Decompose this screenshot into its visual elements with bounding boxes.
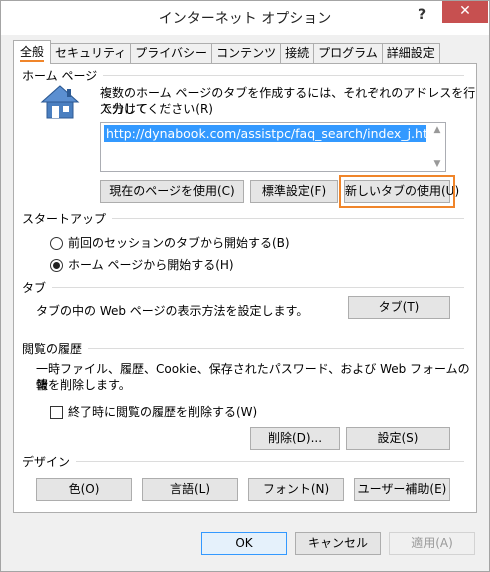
appearance-group-line (24, 461, 464, 462)
delete-on-exit-label[interactable]: 終了時に閲覧の履歴を削除する(W) (68, 404, 257, 420)
history-settings-button[interactable]: 設定(S) (346, 427, 450, 450)
startup-group-label: スタートアップ (22, 210, 113, 227)
home-page-url-input[interactable]: http://dynabook.com/assistpc/faq_search/… (100, 122, 446, 172)
tabs-group-label: タブ (22, 279, 53, 296)
tab-content[interactable]: コンテンツ (211, 43, 282, 64)
title-bar: インターネット オプション ? ✕ (1, 1, 489, 35)
startup-home-page-radio[interactable] (50, 259, 63, 272)
history-group-line (24, 348, 464, 349)
scroll-up-icon[interactable]: ▲ (431, 125, 443, 135)
tab-strip: 全般 セキュリティ プライバシー コンテンツ 接続 プログラム 詳細設定 (13, 40, 440, 64)
fonts-button[interactable]: フォント(N) (248, 478, 344, 501)
tabs-group-line (24, 287, 464, 288)
delete-on-exit-checkbox[interactable] (50, 406, 63, 419)
scroll-down-icon[interactable]: ▼ (431, 159, 443, 169)
general-tab-panel: ホーム ページ 複数のホーム ページのタブを作成するには、それぞれのアドレスを行… (13, 63, 477, 513)
colors-button[interactable]: 色(O) (36, 478, 132, 501)
tab-general[interactable]: 全般 (13, 40, 52, 64)
tabs-description: タブの中の Web ページの表示方法を設定します。 (36, 304, 309, 318)
use-new-tab-button[interactable]: 新しいタブの使用(U) (339, 175, 459, 208)
startup-last-session-radio[interactable] (50, 237, 63, 250)
tab-connections[interactable]: 接続 (280, 43, 315, 64)
startup-home-page-label[interactable]: ホーム ページから開始する(H) (68, 257, 234, 273)
history-group-label: 閲覧の履歴 (22, 340, 89, 357)
appearance-group-label: デザイン (22, 453, 77, 470)
internet-options-dialog: インターネット オプション ? ✕ 全般 セキュリティ プライバシー コンテンツ… (0, 0, 490, 572)
tab-privacy[interactable]: プライバシー (130, 43, 213, 64)
tab-security[interactable]: セキュリティ (50, 43, 132, 64)
close-icon: ✕ (459, 3, 471, 19)
languages-button[interactable]: 言語(L) (142, 478, 238, 501)
delete-history-button[interactable]: 削除(D)... (250, 427, 340, 450)
ok-button[interactable]: OK (201, 532, 287, 555)
help-button[interactable]: ? (405, 3, 439, 27)
startup-last-session-label[interactable]: 前回のセッションのタブから開始する(B) (68, 235, 290, 251)
apply-button[interactable]: 適用(A) (389, 532, 475, 555)
use-current-button[interactable]: 現在のページを使用(C) (100, 180, 244, 203)
cancel-button[interactable]: キャンセル (295, 532, 381, 555)
tab-programs[interactable]: プログラム (313, 43, 383, 64)
house-icon (40, 85, 80, 119)
accessibility-button[interactable]: ユーザー補助(E) (354, 478, 450, 501)
tab-advanced[interactable]: 詳細設定 (381, 43, 440, 64)
home-page-url-value: http://dynabook.com/assistpc/faq_search/… (104, 125, 426, 142)
history-description-line2: 報を削除します。 (36, 378, 131, 392)
home-page-group-label: ホーム ページ (22, 67, 104, 84)
tabs-settings-button[interactable]: タブ(T) (348, 296, 450, 319)
use-default-button[interactable]: 標準設定(F) (250, 180, 338, 203)
close-button[interactable]: ✕ (442, 1, 488, 23)
home-page-description-line2: 入力してください(R) (100, 102, 213, 116)
